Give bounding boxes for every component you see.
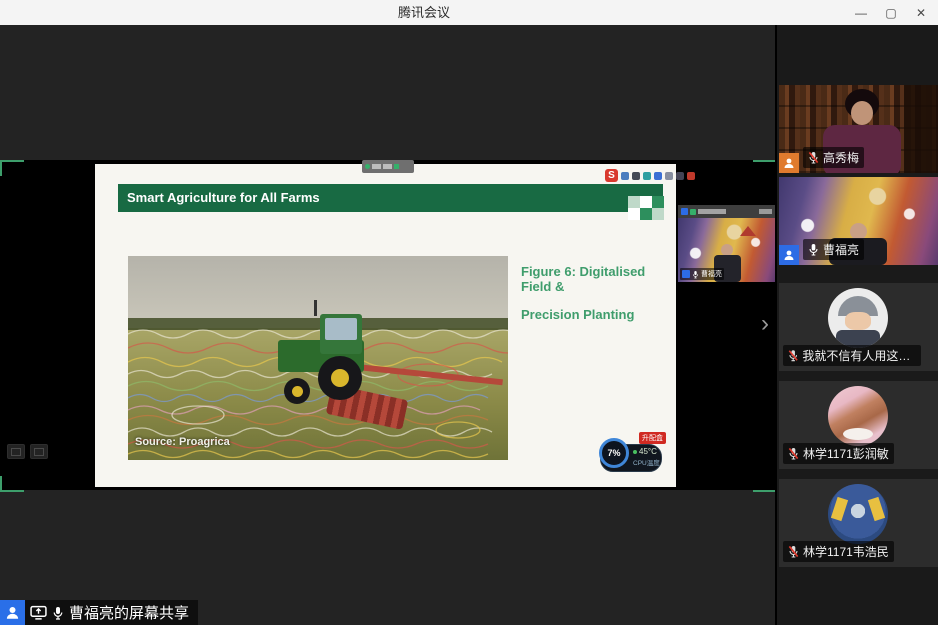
mic-muted-icon [808,151,819,164]
tractor-front-wheel [284,378,310,404]
cpu-temperature-value: 45°C [633,447,657,456]
presence-badge [0,600,25,625]
participant-tile[interactable]: 高秀梅 [779,85,938,173]
maximize-button[interactable]: ▢ [876,0,906,25]
figure-caption-line2: Precision Planting [521,307,671,322]
mic-on-icon [692,270,699,279]
presentation-slide: Smart Agriculture for All Farms [95,164,676,487]
tractor-rear-wheel [318,356,362,400]
participant-name: 林学1171韦浩民 [803,543,889,560]
participant-nameplate: 高秀梅 [803,147,864,168]
capture-border-corner [753,476,777,492]
slide-title: Smart Agriculture for All Farms [118,184,663,205]
toolbar-icon [654,172,662,180]
meeting-window: 腾讯会议 — ▢ ✕ Smart Agriculture for All Far… [0,0,938,625]
person-icon [783,249,795,261]
photo-source-credit: Source: Proagrica [135,436,230,448]
presence-icon [682,270,690,278]
member-count-icon [681,208,688,215]
person-icon [783,157,795,169]
participants-sidebar: 高秀梅 曹福亮 [777,25,938,625]
participant-nameplate: 林学1171彭润敏 [783,443,894,464]
cpu-temperature-label: CPU温度 [633,457,660,467]
toolbar-icon [687,172,695,180]
mic-muted-icon [788,545,799,558]
minimize-button[interactable]: — [846,0,876,25]
participant-nameplate: 曹福亮 [803,239,864,260]
share-status-text: 曹福亮的屏幕共享 [69,602,189,623]
person-icon [5,605,20,620]
tractor-exhaust [314,300,317,316]
participant-name: 林学1171彭润敏 [803,445,889,462]
mic-muted-icon [788,447,799,460]
window-controls: — ▢ ✕ [846,0,936,25]
share-status-chip: 曹福亮的屏幕共享 [25,600,198,625]
toolbar-icon [621,172,629,180]
participant-nameplate: 林学1171韦浩民 [783,541,894,562]
display-icon [30,444,48,459]
green-dot-icon [365,164,370,169]
captured-meeting-toolbar-pill [362,160,414,173]
avatar [828,288,888,348]
presence-badge [779,245,799,265]
screen-share-icon [30,605,47,620]
captured-presenter-name: 曹福亮 [701,269,722,279]
capture-border-corner [753,160,777,176]
toolbar-icon [632,172,640,180]
participant-nameplate: 我就不信有人用这个… [783,345,921,366]
tractor-field-photo: Source: Proagrica [128,256,508,460]
participant-tile[interactable]: 曹福亮 [779,177,938,265]
mic-muted-icon [788,349,798,362]
window-title: 腾讯会议 [0,0,848,25]
captured-toolbar-icons: S [605,169,695,182]
close-button[interactable]: ✕ [906,0,936,25]
toolbar-icon [676,172,684,180]
participant-name: 我就不信有人用这个… [802,347,916,364]
green-square-icon [394,164,399,169]
window-titlebar: 腾讯会议 [0,0,938,25]
tractor-cab [320,314,362,354]
presence-badge [779,153,799,173]
captured-meeting-window: 曹福亮 [678,205,775,282]
captured-window-titlebar [678,205,775,218]
tractor-cab-window [325,318,357,340]
participant-tile[interactable]: 我就不信有人用这个… [779,283,938,371]
cpu-usage-gauge: 7% [599,438,629,468]
captured-presenter-video: 曹福亮 [678,218,775,282]
mic-status-icon [690,209,696,215]
printer-icon [7,444,25,459]
share-status-bar: 曹福亮的屏幕共享 [0,600,198,625]
participant-name: 高秀梅 [823,149,859,166]
avatar [828,386,888,446]
avatar [828,484,888,544]
slide-title-banner: Smart Agriculture for All Farms [118,184,663,212]
toolbar-icon [643,172,651,180]
capture-border-corner [0,476,24,492]
participant-tile[interactable]: 林学1171彭润敏 [779,381,938,469]
mic-on-icon [52,606,64,620]
captured-presenter-nameplate: 曹福亮 [680,268,724,280]
cpu-monitor-widget: 7% 45°C CPU温度 升配盒 [600,436,664,474]
figure-caption: Figure 6: Digitalised Field & Precision … [521,264,671,335]
toolbar-icon [665,172,673,180]
promo-tag: 升配盒 [639,432,666,444]
chevron-right-icon[interactable]: › [754,306,776,344]
captured-tray-icons [7,444,48,459]
participant-tile[interactable]: 林学1171韦浩民 [779,479,938,567]
figure-caption-line1: Figure 6: Digitalised Field & [521,264,671,294]
mic-on-icon [808,243,819,256]
capture-border-corner [0,160,24,176]
s-logo-icon: S [605,169,618,182]
participant-name: 曹福亮 [823,241,859,258]
banner-checker-decoration [628,196,664,220]
